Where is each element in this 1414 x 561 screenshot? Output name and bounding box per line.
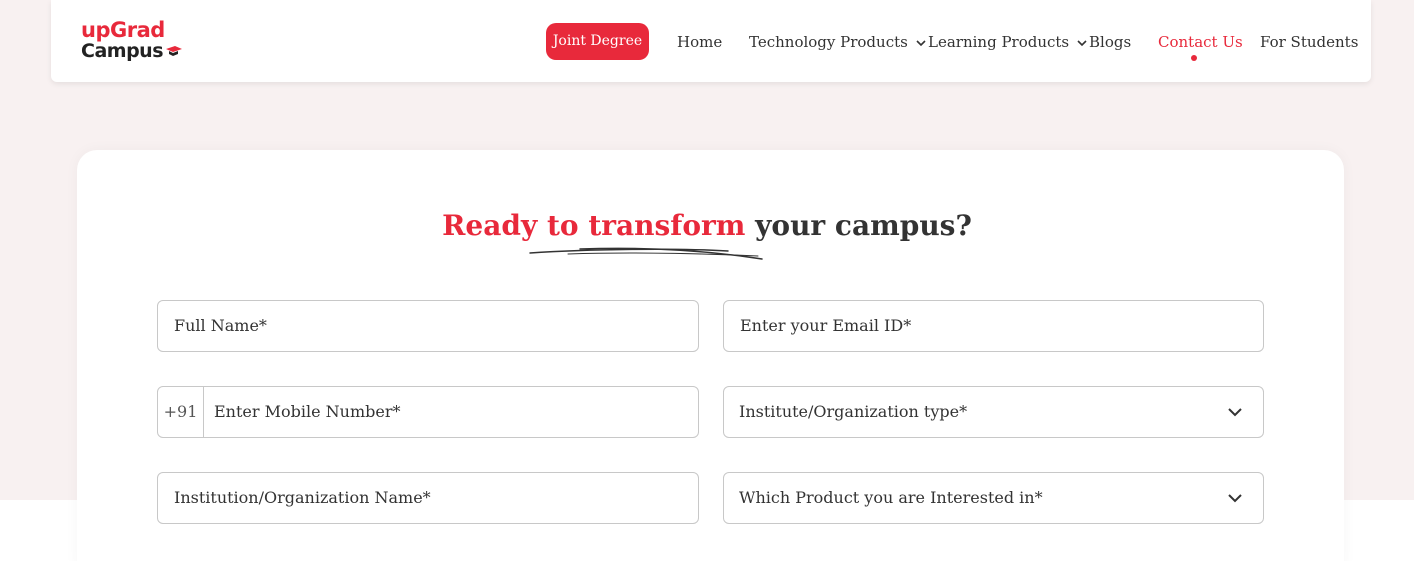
nav-item-label: Learning Products xyxy=(928,33,1070,51)
institute-type-placeholder: Institute/Organization type* xyxy=(739,402,968,421)
product-interest-select[interactable]: Which Product you are Interested in* xyxy=(723,472,1264,524)
logo-text-top: upGrad xyxy=(81,18,165,42)
institution-name-placeholder: Institution/Organization Name* xyxy=(174,488,431,507)
chevron-down-icon xyxy=(1077,40,1087,47)
country-code-prefix: +91 xyxy=(158,387,204,437)
nav-item-contact-us[interactable]: Contact Us xyxy=(1158,31,1243,53)
nav-item-label: Technology Products xyxy=(749,33,908,51)
mobile-number-field[interactable]: +91 Enter Mobile Number* xyxy=(157,386,699,438)
nav-item-label: Home xyxy=(677,33,723,51)
joint-degree-button[interactable]: Joint Degree xyxy=(546,23,649,60)
nav-item-technology-products[interactable]: Technology Products xyxy=(749,31,927,53)
chevron-down-icon xyxy=(1228,408,1242,417)
full-name-placeholder: Full Name* xyxy=(174,316,267,335)
heading-accent: Ready to transform xyxy=(442,209,746,242)
product-interest-placeholder: Which Product you are Interested in* xyxy=(739,488,1043,507)
email-field[interactable]: Enter your Email ID* xyxy=(723,300,1264,352)
upgrad-campus-logo[interactable]: upGrad Campus xyxy=(81,18,191,66)
institution-name-field[interactable]: Institution/Organization Name* xyxy=(157,472,699,524)
active-indicator-dot xyxy=(1191,55,1197,61)
nav-item-label: For Students xyxy=(1260,33,1359,51)
heading-rest: your campus? xyxy=(745,209,972,242)
nav-item-for-students[interactable]: For Students xyxy=(1260,31,1358,53)
scribble-underline xyxy=(529,247,763,260)
graduation-cap-icon xyxy=(166,46,182,56)
chevron-down-icon xyxy=(916,40,926,47)
full-name-field[interactable]: Full Name* xyxy=(157,300,699,352)
institute-type-select[interactable]: Institute/Organization type* xyxy=(723,386,1264,438)
logo-text-bottom: Campus xyxy=(81,40,164,62)
chevron-down-icon xyxy=(1228,494,1242,503)
form-heading: Ready to transform your campus? xyxy=(0,208,1414,244)
nav-item-blogs[interactable]: Blogs xyxy=(1089,31,1131,53)
nav-item-label: Contact Us xyxy=(1158,33,1243,51)
nav-item-home[interactable]: Home xyxy=(677,31,722,53)
nav-item-label: Blogs xyxy=(1089,33,1132,51)
top-navigation-bar: upGrad Campus Joint Degree Home Technolo… xyxy=(51,0,1371,82)
mobile-placeholder: Enter Mobile Number* xyxy=(214,402,401,421)
email-placeholder: Enter your Email ID* xyxy=(740,316,912,335)
nav-item-learning-products[interactable]: Learning Products xyxy=(928,31,1088,53)
